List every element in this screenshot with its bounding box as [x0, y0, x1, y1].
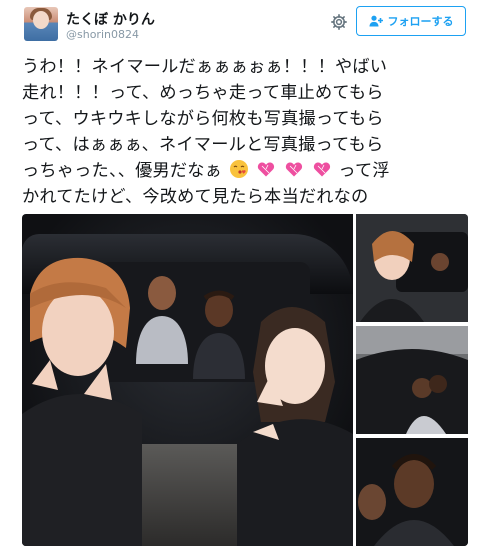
- sparkling-heart-emoji: [258, 162, 275, 177]
- screen-name[interactable]: @shorin0824: [66, 28, 139, 41]
- thumb-scene-shape: [356, 438, 468, 546]
- tweet-text: うわ！！ネイマールだぁぁぁぉぁ！！！やばい 走れ！！！って、めっちゃ走って車止め…: [22, 54, 462, 210]
- avatar-face: [33, 11, 49, 29]
- tweet-line: かれてたけど、今改めて見たら本当だれなの: [22, 187, 369, 207]
- sparkling-heart-emoji: [285, 162, 303, 177]
- kissing-face-emoji: [229, 160, 248, 178]
- tweet-line: 走れ！！！って、めっちゃ走って車止めてもら: [22, 83, 384, 103]
- follow-button[interactable]: フォローする: [356, 6, 466, 36]
- photo-thumb[interactable]: [356, 438, 468, 546]
- gear-icon[interactable]: [330, 13, 348, 31]
- girl-left-shape: [22, 257, 142, 546]
- thumb-scene-shape: [356, 326, 468, 434]
- tweet-line: うわ！！ネイマールだぁぁぁぉぁ！！！やばい: [22, 57, 388, 77]
- photo-grid: [22, 214, 468, 546]
- thumb-scene-shape: [356, 214, 468, 322]
- sparkling-heart-emoji: [313, 162, 330, 177]
- display-name[interactable]: たくぼ かりん: [66, 9, 155, 29]
- tweet-line: って、ウキウキしながら何枚も写真撮ってもら: [22, 109, 384, 129]
- add-user-icon: [369, 15, 383, 27]
- tweet-header: たくぼ かりん @shorin0824 フォローする: [0, 0, 480, 48]
- girl-right-shape: [237, 307, 353, 546]
- photo-thumb[interactable]: [356, 326, 468, 434]
- tweet-line-emoji: っちゃった、、優男だなぁ って浮: [22, 158, 462, 184]
- tweet-line: って、はぁぁぁ、ネイマールと写真撮ってもら: [22, 135, 384, 155]
- tweet-line-text: って浮: [338, 161, 390, 181]
- tweet-line-text: っちゃった、、優男だなぁ: [22, 161, 223, 181]
- photo-main[interactable]: [22, 214, 353, 546]
- photo-thumb[interactable]: [356, 214, 468, 322]
- avatar[interactable]: [24, 7, 58, 41]
- follow-button-label: フォローする: [387, 15, 454, 28]
